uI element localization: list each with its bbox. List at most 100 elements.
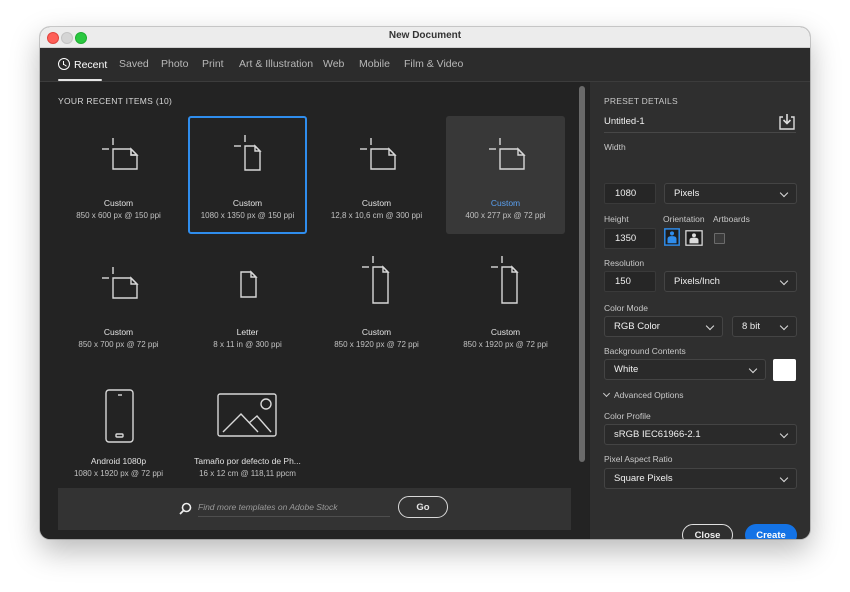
chevron-down-icon bbox=[705, 321, 715, 331]
chevron-down-icon bbox=[779, 276, 789, 286]
item-desc: 1080 x 1920 px @ 72 ppi bbox=[73, 469, 164, 478]
document-name-field[interactable]: Untitled-1 bbox=[604, 114, 796, 133]
recent-item[interactable]: Android 1080p 1080 x 1920 px @ 72 ppi bbox=[59, 374, 178, 492]
width-label: Width bbox=[604, 142, 626, 152]
recent-item[interactable]: Letter 8 x 11 in @ 300 ppi bbox=[188, 245, 307, 363]
create-button[interactable]: Create bbox=[745, 524, 797, 539]
height-label: Height bbox=[604, 214, 629, 224]
artboards-checkbox[interactable] bbox=[714, 233, 725, 244]
clock-icon bbox=[58, 58, 70, 70]
resolution-unit-select[interactable]: Pixels/Inch bbox=[664, 271, 797, 292]
chevron-down-icon bbox=[748, 364, 758, 374]
active-tab-indicator bbox=[58, 79, 102, 81]
custom-landscape-icon bbox=[101, 267, 139, 299]
tab-label: Recent bbox=[74, 59, 108, 71]
background-color-swatch[interactable] bbox=[773, 359, 796, 381]
background-contents-select[interactable]: White bbox=[604, 359, 766, 380]
item-desc: 850 x 1920 px @ 72 ppi bbox=[463, 340, 548, 349]
recent-item[interactable]: Tamaño por defecto de Ph... 16 x 12 cm @… bbox=[188, 374, 307, 492]
item-desc: 12,8 x 10,6 cm @ 300 ppi bbox=[330, 211, 423, 220]
item-name: Custom bbox=[361, 198, 392, 208]
image-icon bbox=[216, 393, 277, 437]
pixel-aspect-ratio-value: Square Pixels bbox=[614, 473, 673, 484]
resolution-value: 150 bbox=[615, 276, 631, 287]
item-name: Custom bbox=[103, 327, 134, 337]
background-value: White bbox=[614, 364, 639, 375]
custom-tall-icon bbox=[361, 256, 390, 304]
width-unit-select[interactable]: Pixels bbox=[664, 183, 797, 204]
recent-items-heading: YOUR RECENT ITEMS (10) bbox=[58, 96, 172, 106]
color-profile-value: sRGB IEC61966-2.1 bbox=[614, 429, 701, 440]
recent-items-panel: YOUR RECENT ITEMS (10) Custom 850 x 600 … bbox=[40, 82, 589, 539]
item-desc: 16 x 12 cm @ 118,11 ppcm bbox=[199, 469, 296, 478]
custom-portrait-icon bbox=[233, 135, 262, 171]
item-desc: 850 x 1920 px @ 72 ppi bbox=[334, 340, 419, 349]
recent-item[interactable]: Custom 850 x 1920 px @ 72 ppi bbox=[317, 245, 436, 363]
color-profile-select[interactable]: sRGB IEC61966-2.1 bbox=[604, 424, 797, 445]
go-button[interactable]: Go bbox=[398, 496, 448, 518]
item-desc: 850 x 600 px @ 150 ppi bbox=[76, 211, 161, 220]
recent-item[interactable]: Custom 850 x 700 px @ 72 ppi bbox=[59, 245, 178, 363]
item-name: Custom bbox=[361, 327, 392, 337]
item-desc: 850 x 700 px @ 72 ppi bbox=[78, 340, 159, 349]
custom-landscape-icon bbox=[488, 138, 526, 170]
landscape-orientation-button[interactable] bbox=[685, 229, 703, 247]
phone-icon bbox=[104, 389, 134, 443]
color-mode-label: Color Mode bbox=[604, 303, 648, 313]
recent-item-selected[interactable]: Custom 1080 x 1350 px @ 150 ppi bbox=[188, 116, 307, 234]
stock-search-input[interactable] bbox=[198, 498, 390, 517]
width-input[interactable]: 1080 bbox=[604, 183, 656, 204]
item-name: Letter bbox=[236, 327, 259, 337]
recent-heading-text: YOUR RECENT ITEMS bbox=[58, 96, 154, 106]
tab-saved[interactable]: Saved bbox=[119, 58, 149, 70]
item-name: Custom bbox=[232, 198, 263, 208]
window-title: New Document bbox=[388, 30, 462, 41]
item-name: Android 1080p bbox=[90, 456, 147, 466]
recent-count: (10) bbox=[155, 96, 173, 106]
chevron-down-icon bbox=[779, 188, 789, 198]
adobe-stock-search-bar: Go bbox=[58, 488, 571, 530]
height-input[interactable]: 1350 bbox=[604, 228, 656, 249]
item-name: Custom bbox=[103, 198, 134, 208]
item-desc: 400 x 277 px @ 72 ppi bbox=[465, 211, 546, 220]
bit-depth-value: 8 bit bbox=[742, 321, 760, 332]
close-button[interactable]: Close bbox=[682, 524, 733, 539]
color-mode-value: RGB Color bbox=[614, 321, 660, 332]
portrait-orientation-button[interactable] bbox=[663, 228, 681, 246]
tab-web[interactable]: Web bbox=[323, 58, 344, 70]
resolution-unit-value: Pixels/Inch bbox=[674, 276, 720, 287]
custom-landscape-icon bbox=[359, 138, 397, 170]
custom-landscape-icon bbox=[101, 138, 139, 170]
search-icon bbox=[179, 502, 192, 515]
tab-film-video[interactable]: Film & Video bbox=[404, 58, 463, 70]
chevron-down-icon bbox=[779, 473, 789, 483]
recent-items-scrollbar[interactable] bbox=[579, 86, 585, 462]
tab-recent[interactable]: Recent bbox=[58, 58, 107, 71]
item-desc: 1080 x 1350 px @ 150 ppi bbox=[200, 211, 295, 220]
background-contents-label: Background Contents bbox=[604, 346, 686, 356]
save-preset-icon[interactable] bbox=[778, 113, 796, 131]
color-mode-select[interactable]: RGB Color bbox=[604, 316, 723, 337]
item-name: Custom bbox=[490, 327, 521, 337]
custom-tall-icon bbox=[490, 256, 519, 304]
recent-item-hovered[interactable]: Custom 400 x 277 px @ 72 ppi bbox=[446, 116, 565, 234]
advanced-options-label: Advanced Options bbox=[614, 390, 684, 400]
pixel-aspect-ratio-select[interactable]: Square Pixels bbox=[604, 468, 797, 489]
recent-item[interactable]: Custom 12,8 x 10,6 cm @ 300 ppi bbox=[317, 116, 436, 234]
new-document-dialog: New Document Recent Saved Photo Print Ar… bbox=[40, 27, 810, 539]
category-tabs: Recent Saved Photo Print Art & Illustrat… bbox=[40, 48, 810, 82]
tab-photo[interactable]: Photo bbox=[161, 58, 188, 70]
chevron-down-icon bbox=[779, 321, 789, 331]
recent-item[interactable]: Custom 850 x 600 px @ 150 ppi bbox=[59, 116, 178, 234]
recent-item[interactable]: Custom 850 x 1920 px @ 72 ppi bbox=[446, 245, 565, 363]
chevron-down-icon bbox=[602, 389, 611, 398]
artboards-label: Artboards bbox=[713, 214, 750, 224]
tab-mobile[interactable]: Mobile bbox=[359, 58, 390, 70]
resolution-input[interactable]: 150 bbox=[604, 271, 656, 292]
bit-depth-select[interactable]: 8 bit bbox=[732, 316, 797, 337]
tab-print[interactable]: Print bbox=[202, 58, 224, 70]
tab-art-illustration[interactable]: Art & Illustration bbox=[239, 58, 313, 70]
advanced-options-toggle[interactable]: Advanced Options bbox=[602, 389, 684, 400]
width-value: 1080 bbox=[615, 188, 637, 199]
document-icon bbox=[239, 270, 258, 298]
